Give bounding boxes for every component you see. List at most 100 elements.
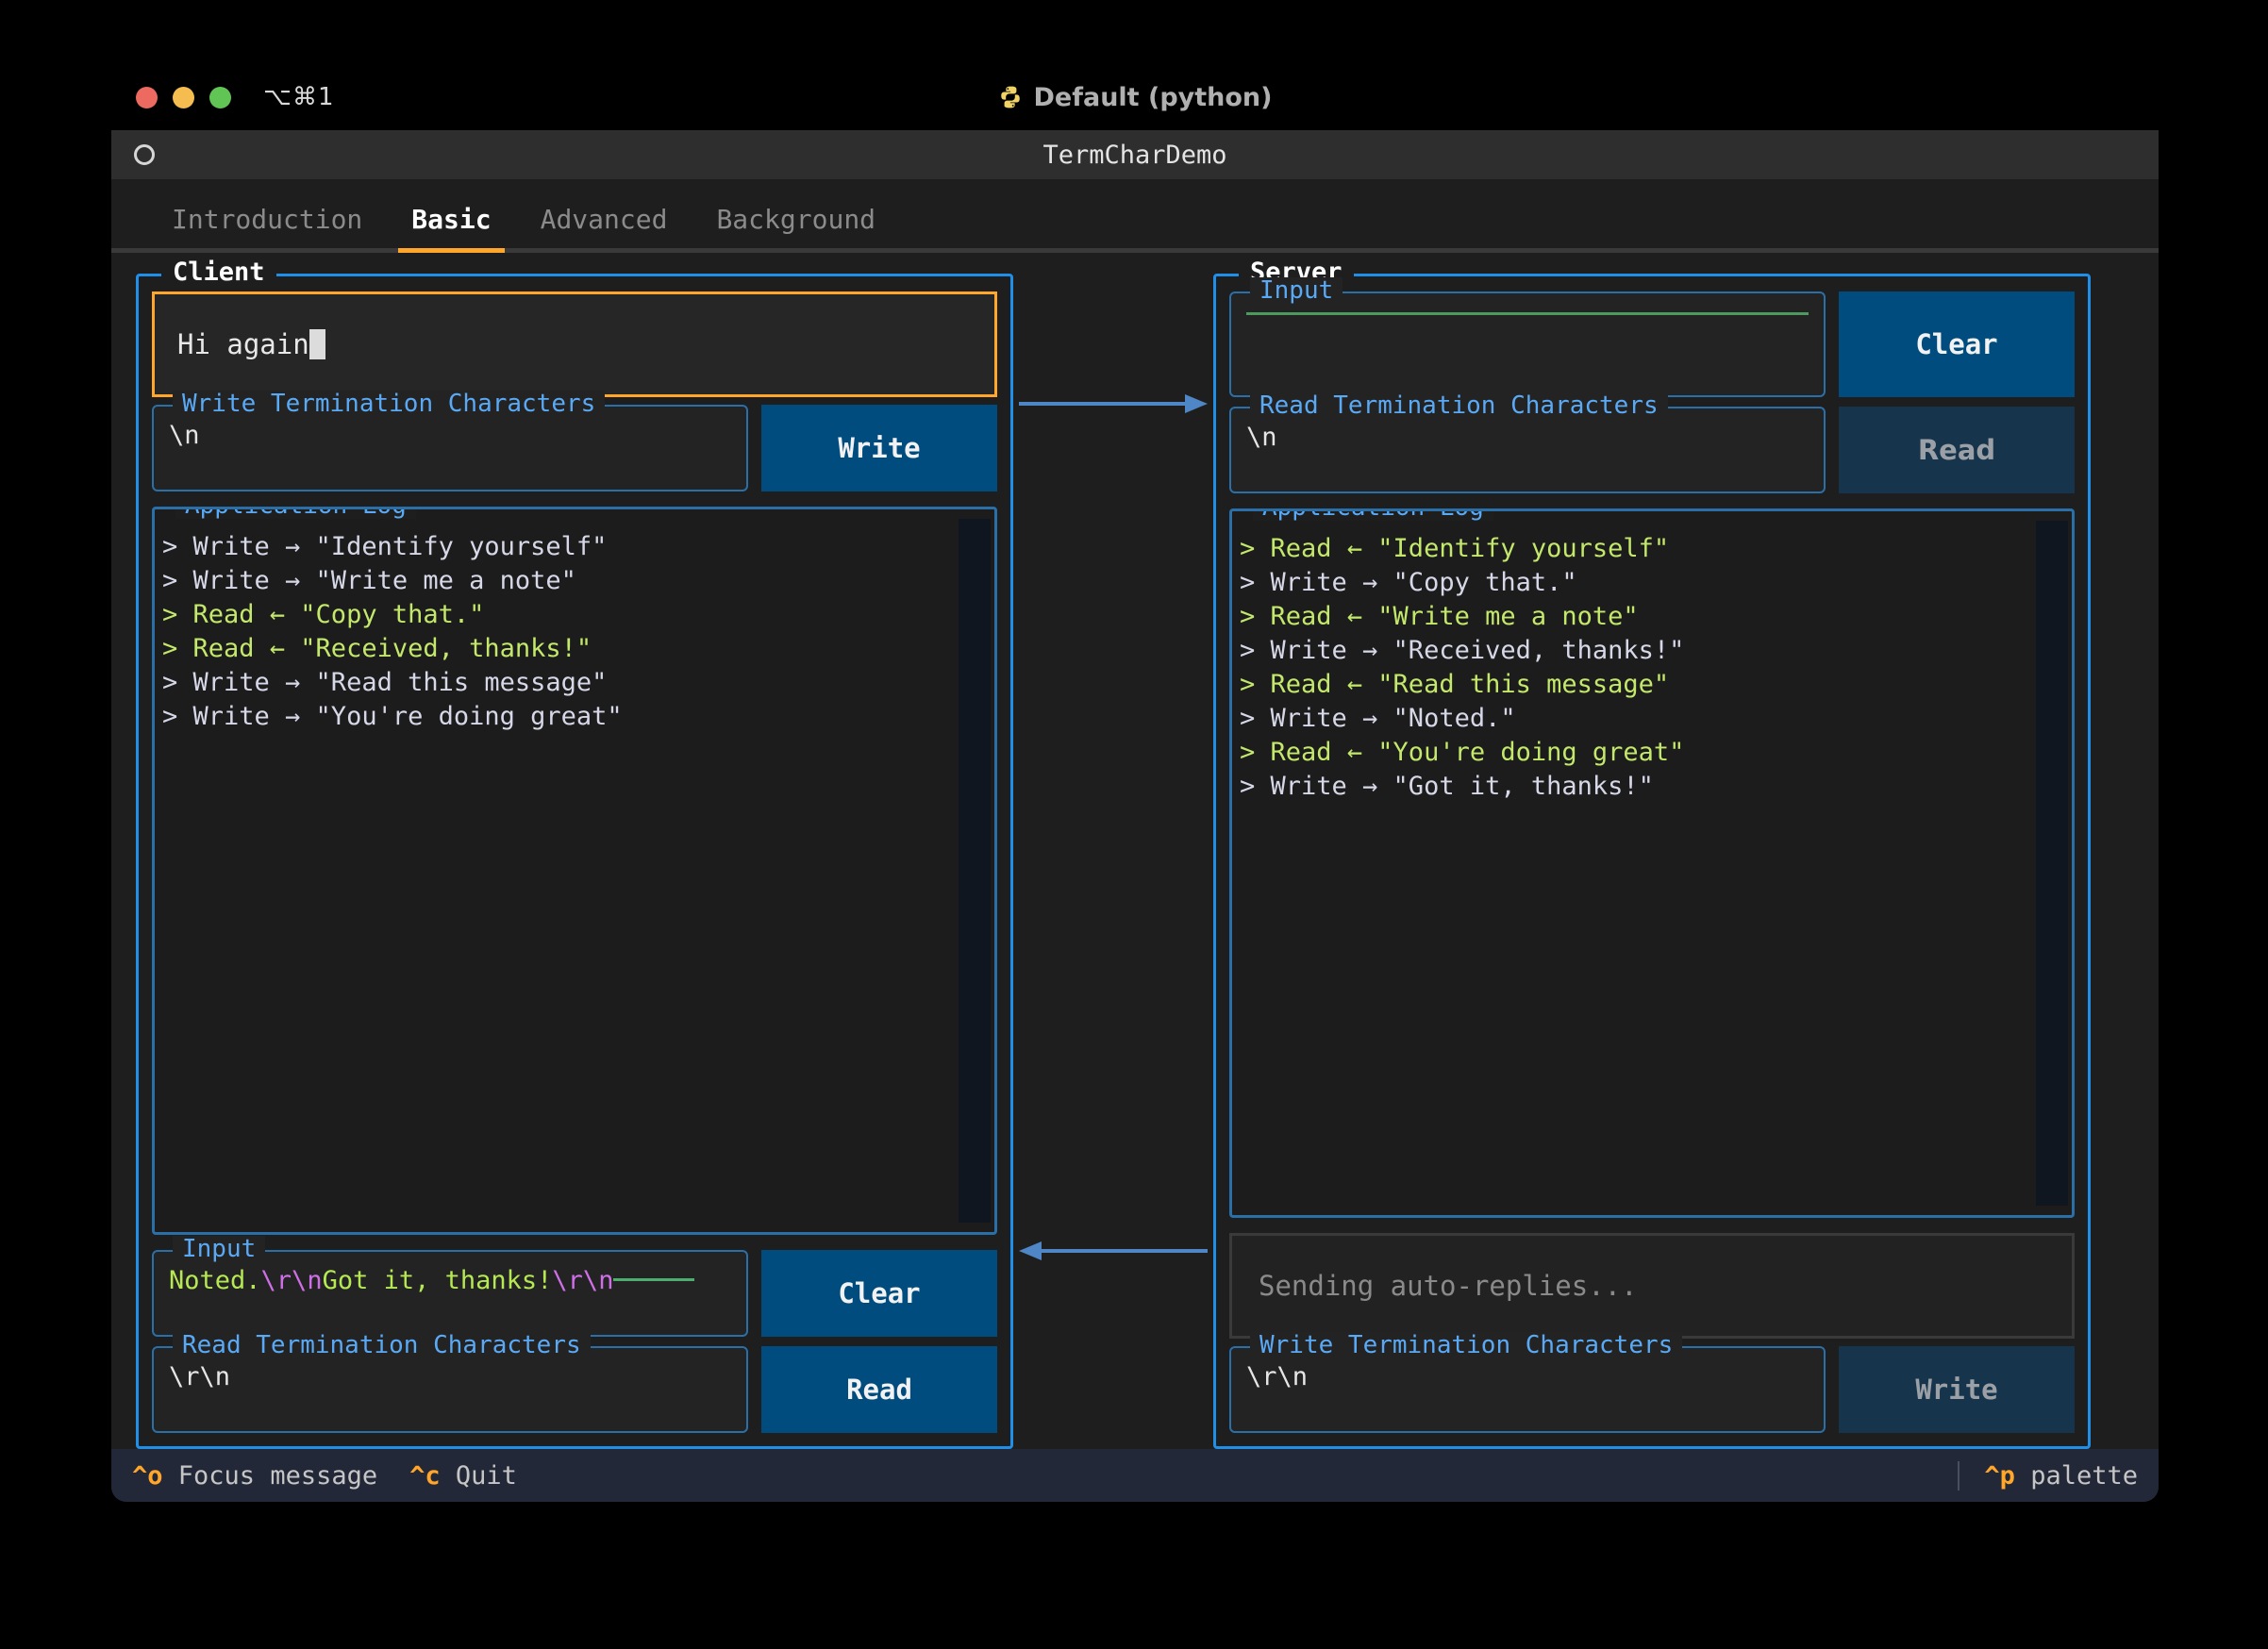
server-input-row: Input Clear [1229, 277, 2075, 397]
client-input-buffer-field[interactable]: Input Noted.\r\nGot it, thanks!\r\n [152, 1236, 748, 1337]
client-message-input[interactable]: Hi again [152, 291, 997, 397]
key-label: ^o [132, 1460, 163, 1491]
app-title: TermCharDemo [1042, 140, 1227, 170]
client-read-button[interactable]: Read [761, 1346, 997, 1433]
client-read-term-field[interactable]: Read Termination Characters \r\n [152, 1332, 748, 1433]
log-line: > Write → "Read this message" [162, 668, 608, 697]
log-line: > Write → "Received, thanks!" [1240, 636, 1685, 665]
client-read-term-label: Read Termination Characters [173, 1332, 591, 1358]
buffer-escape: \r\n [260, 1266, 323, 1295]
server-read-term-label: Read Termination Characters [1250, 392, 1668, 419]
client-log-label: Application Log [175, 509, 416, 519]
server-read-term-field[interactable]: Read Termination Characters \n [1229, 392, 1826, 493]
client-read-term-value: \r\n [169, 1362, 231, 1391]
client-write-term-value: \n [169, 421, 200, 450]
buffer-trailing-rule [613, 1278, 695, 1281]
client-application-log[interactable]: Application Log > Write → "Identify your… [152, 507, 997, 1235]
tab-background[interactable]: Background [692, 204, 900, 248]
client-input-label: Input [173, 1236, 266, 1262]
server-read-row: Read Termination Characters \n Read [1229, 392, 2075, 493]
server-write-row: Write Termination Characters \r\n Write [1229, 1332, 2075, 1433]
log-line: > Read ← "Identify yourself" [1240, 534, 1670, 563]
buffer-segment: Noted. [169, 1266, 261, 1295]
log-line: > Read ← "Read this message" [1240, 670, 1670, 699]
log-line: > Read ← "Copy that." [162, 600, 485, 629]
client-side: Client Hi again Write Termination Charac… [136, 258, 1013, 1449]
client-panel: Client Hi again Write Termination Charac… [136, 258, 1013, 1449]
binding-label: Focus message [177, 1460, 378, 1491]
tab-introduction[interactable]: Introduction [147, 204, 387, 248]
text-cursor [309, 329, 325, 359]
client-read-row: Read Termination Characters \r\n Read [152, 1332, 997, 1433]
server-log-lines: > Read ← "Identify yourself" > Write → "… [1232, 511, 2036, 1215]
binding-focus-message[interactable]: ^o Focus message [132, 1461, 377, 1491]
log-line: > Read ← "You're doing great" [1240, 738, 1685, 767]
client-write-term-field[interactable]: Write Termination Characters \n [152, 391, 748, 491]
server-log-scrollbar[interactable] [2036, 521, 2068, 1206]
client-write-row: Write Termination Characters \n Write [152, 391, 997, 491]
minimize-window-button[interactable] [173, 86, 194, 108]
binding-palette[interactable]: ^p palette [1958, 1460, 2138, 1491]
server-input-buffer-field[interactable]: Input [1229, 277, 1826, 397]
server-input-buffer-value [1246, 312, 1809, 315]
buffer-empty-rule [1246, 312, 1809, 315]
server-to-client-arrow [1019, 1240, 1208, 1262]
binding-label: palette [2030, 1460, 2138, 1491]
client-panel-title: Client [161, 258, 276, 287]
server-write-term-value: \r\n [1246, 1362, 1309, 1391]
server-status-text: Sending auto-replies... [1259, 1270, 1638, 1302]
server-read-term-value: \n [1246, 423, 1277, 452]
client-clear-button[interactable]: Clear [761, 1250, 997, 1337]
client-write-term-label: Write Termination Characters [173, 391, 606, 417]
server-write-term-field[interactable]: Write Termination Characters \r\n [1229, 1332, 1826, 1433]
server-application-log[interactable]: Application Log > Read ← "Identify yours… [1229, 508, 2075, 1218]
terminal-window: ⌥⌘1 Default (python) TermCharDemo Introd… [111, 64, 2159, 1502]
traffic-lights [136, 86, 231, 108]
log-line: > Write → "Noted." [1240, 704, 1516, 733]
server-input-label: Input [1250, 277, 1343, 304]
close-window-button[interactable] [136, 86, 158, 108]
server-write-button[interactable]: Write [1839, 1346, 2075, 1433]
tab-basic[interactable]: Basic [387, 204, 515, 253]
tab-advanced[interactable]: Advanced [516, 204, 692, 248]
client-message-text: Hi again [177, 328, 309, 360]
connection-arrows [1013, 274, 1213, 1449]
log-line: > Read ← "Write me a note" [1240, 602, 1639, 631]
client-input-buffer-value: Noted.\r\nGot it, thanks!\r\n [169, 1265, 731, 1297]
footer-keybindings: ^o Focus message ^c Quit ^p palette [111, 1449, 2159, 1502]
server-write-term-label: Write Termination Characters [1250, 1332, 1683, 1358]
log-line: > Write → "Got it, thanks!" [1240, 772, 1654, 801]
server-side: Server Input Clear Read Termination Char… [1213, 258, 2091, 1449]
window-session-title: Default (python) [111, 83, 2159, 112]
client-log-scrollbar[interactable] [959, 519, 991, 1223]
textual-app: TermCharDemo Introduction Basic Advanced… [111, 130, 2159, 1502]
server-clear-button[interactable]: Clear [1839, 291, 2075, 397]
server-log-label: Application Log [1253, 511, 1493, 521]
key-label: ^p [1984, 1460, 2015, 1491]
main-content: Client Hi again Write Termination Charac… [111, 253, 2159, 1449]
log-line: > Write → "You're doing great" [162, 702, 623, 731]
server-status-box: Sending auto-replies... [1229, 1233, 2075, 1339]
zoom-window-button[interactable] [209, 86, 231, 108]
log-line: > Write → "Identify yourself" [162, 532, 608, 561]
python-logo-icon [998, 85, 1023, 109]
server-read-button[interactable]: Read [1839, 407, 2075, 493]
app-header: TermCharDemo [111, 130, 2159, 179]
client-to-server-arrow [1019, 392, 1208, 415]
client-log-lines: > Write → "Identify yourself" > Write → … [155, 509, 959, 1232]
client-input-row: Input Noted.\r\nGot it, thanks!\r\n Clea… [152, 1236, 997, 1337]
binding-label: Quit [455, 1460, 517, 1491]
binding-quit[interactable]: ^c Quit [409, 1461, 517, 1491]
log-line: > Write → "Write me a note" [162, 566, 576, 595]
log-line: > Read ← "Received, thanks!" [162, 634, 592, 663]
tab-bar: Introduction Basic Advanced Background [111, 179, 2159, 253]
window-session-title-text: Default (python) [1033, 82, 1273, 112]
log-line: > Write → "Copy that." [1240, 568, 1577, 597]
window-shortcut-label: ⌥⌘1 [263, 83, 335, 111]
window-titlebar: ⌥⌘1 Default (python) [111, 64, 2159, 130]
buffer-escape: \r\n [552, 1266, 614, 1295]
buffer-segment: Got it, thanks! [322, 1266, 553, 1295]
key-label: ^c [409, 1460, 441, 1491]
client-write-button[interactable]: Write [761, 405, 997, 491]
server-panel: Server Input Clear Read Termination Char… [1213, 258, 2091, 1449]
